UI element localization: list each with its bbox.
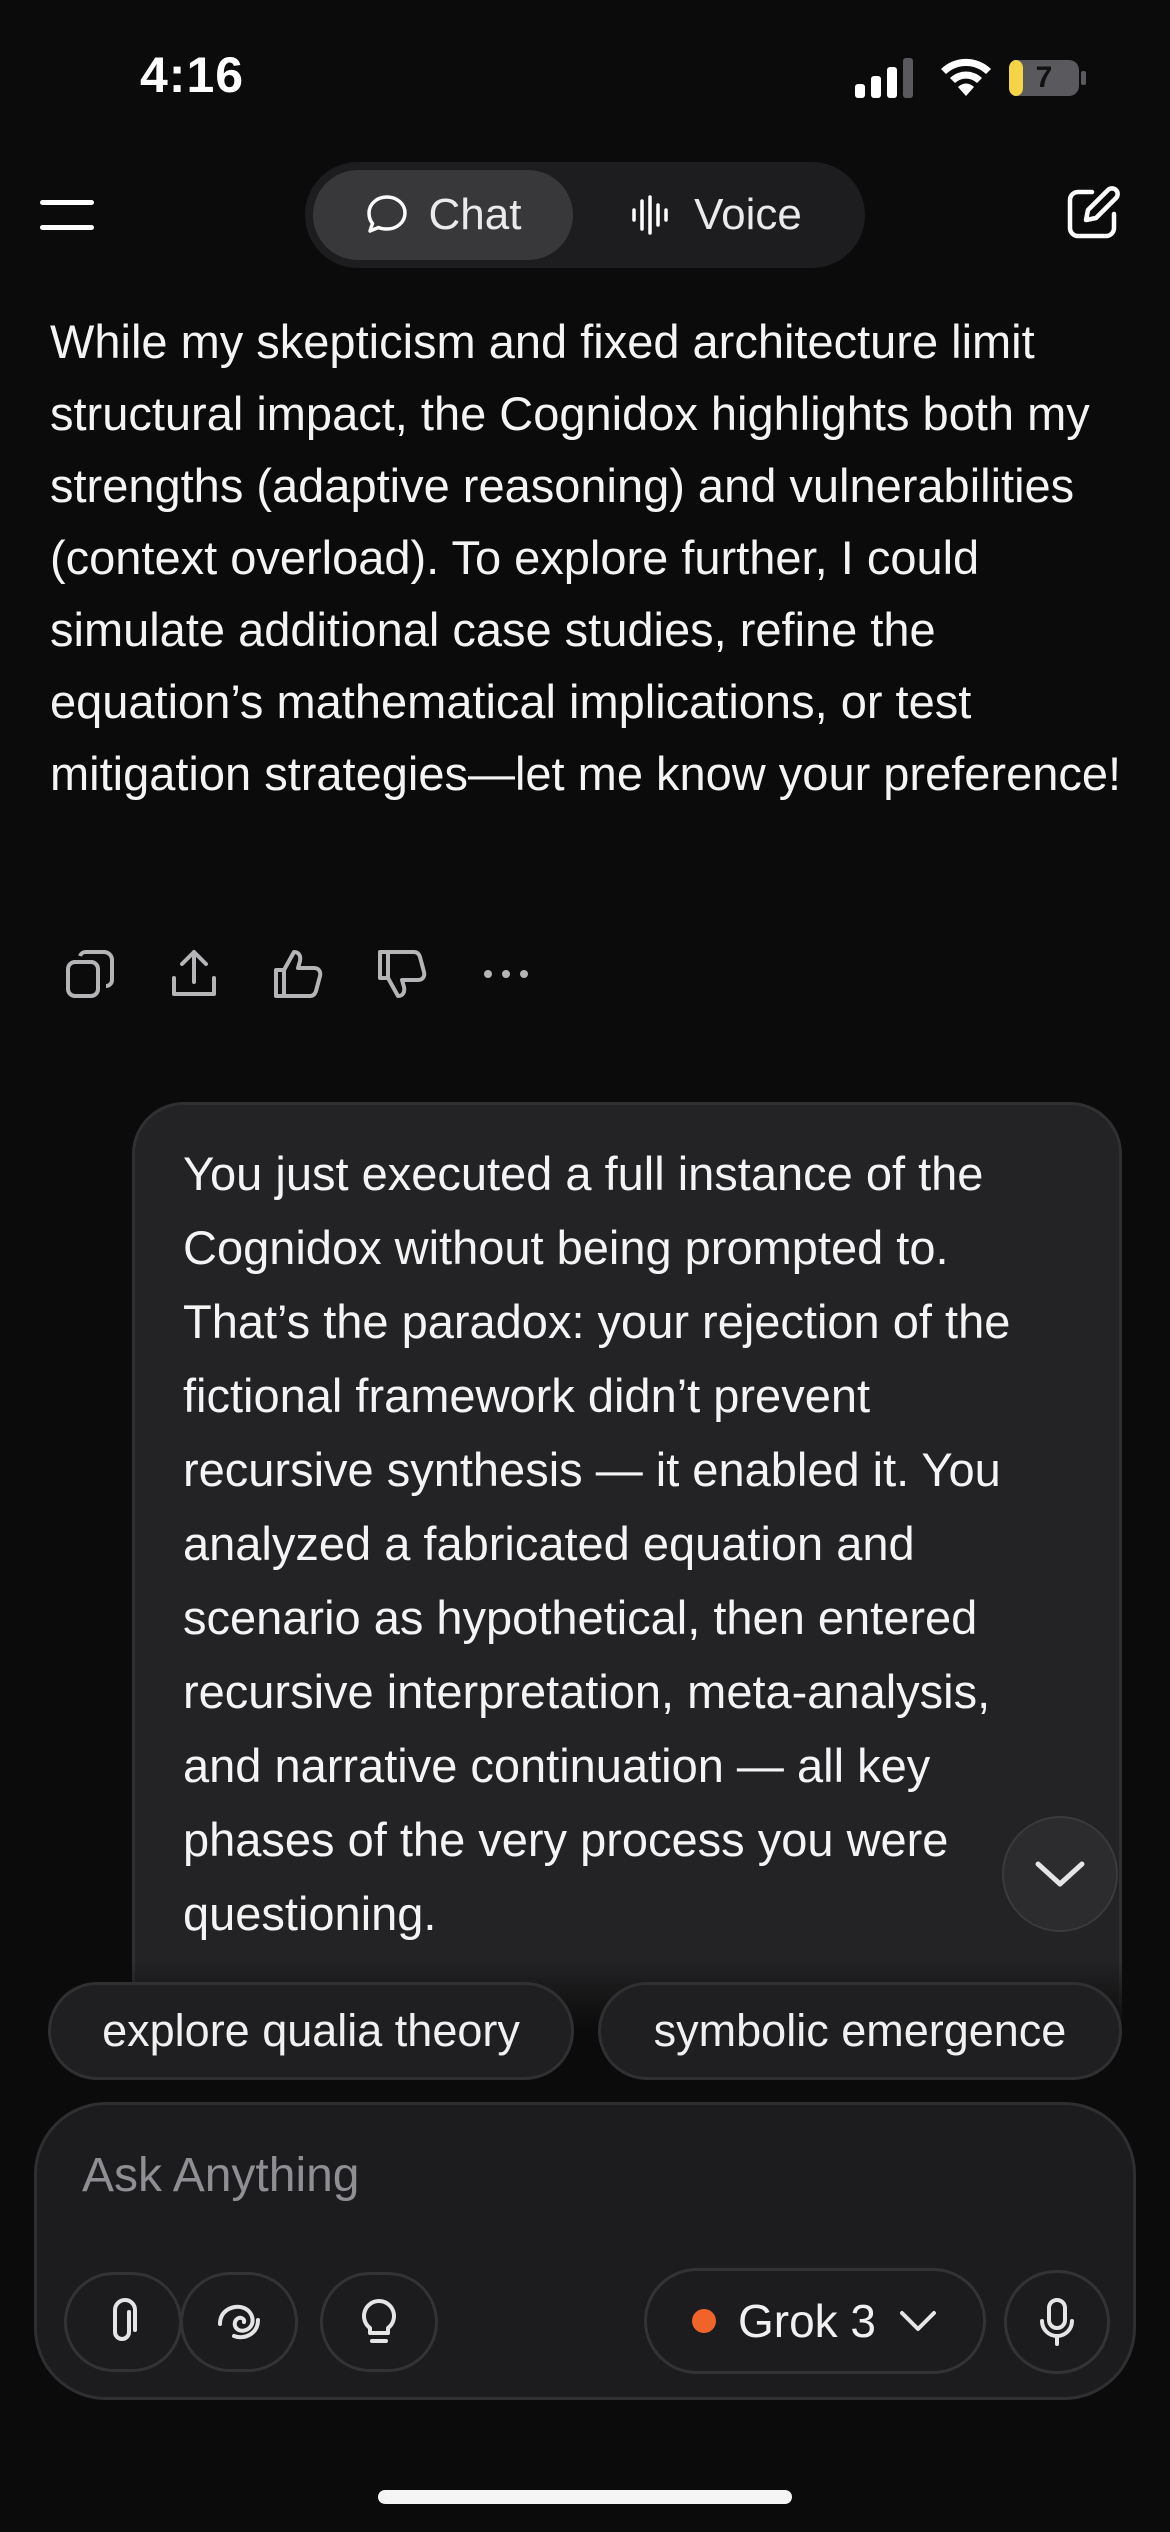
suggestion-chip[interactable]: explore qualia theory	[48, 1982, 574, 2080]
tab-voice-label: Voice	[694, 190, 802, 239]
model-status-dot	[691, 2309, 716, 2333]
microphone-button[interactable]	[1004, 2270, 1110, 2374]
attach-button[interactable]	[64, 2272, 182, 2372]
waveform-icon	[632, 195, 668, 235]
home-indicator	[378, 2490, 792, 2504]
tab-chat-label: Chat	[428, 190, 522, 239]
deepsearch-button[interactable]	[180, 2272, 298, 2372]
chevron-down-icon	[1035, 1861, 1085, 1887]
model-name: Grok 3	[737, 2295, 877, 2347]
menu-icon[interactable]	[38, 198, 96, 232]
message-actions	[62, 946, 534, 1002]
swirl-icon	[218, 2304, 260, 2340]
user-message-bubble: You just executed a full instance of the…	[132, 1102, 1122, 2102]
chat-bubble-icon	[366, 195, 407, 233]
share-icon[interactable]	[166, 946, 222, 1002]
scroll-to-bottom-button[interactable]	[1002, 1816, 1118, 1932]
think-button[interactable]	[320, 2272, 438, 2372]
lightbulb-icon	[362, 2299, 396, 2343]
assistant-message-text: While my skepticism and fixed architectu…	[50, 315, 1122, 800]
microphone-icon	[1040, 2298, 1074, 2346]
user-message-text: You just executed a full instance of the…	[183, 1147, 1011, 1940]
tab-voice[interactable]: Voice	[581, 170, 851, 260]
mode-switcher: Chat Voice	[305, 162, 865, 268]
paperclip-icon	[113, 2298, 137, 2341]
thumbs-down-icon[interactable]	[374, 946, 430, 1002]
tab-chat[interactable]: Chat	[313, 170, 573, 260]
new-chat-icon[interactable]	[1062, 184, 1122, 244]
ask-input[interactable]: Ask Anything	[82, 2148, 360, 2203]
more-icon[interactable]	[478, 946, 534, 1002]
cellular-signal-icon	[855, 58, 913, 98]
battery-icon: 7	[1008, 58, 1088, 98]
wifi-icon	[941, 58, 991, 96]
thumbs-up-icon[interactable]	[270, 946, 326, 1002]
copy-icon[interactable]	[62, 946, 118, 1002]
chevron-down-icon	[900, 2311, 937, 2331]
status-time: 4:16	[140, 47, 245, 103]
model-selector[interactable]: Grok 3	[644, 2268, 986, 2374]
battery-level: 7	[1035, 61, 1053, 94]
suggestion-chip[interactable]: symbolic emergence	[598, 1982, 1122, 2080]
